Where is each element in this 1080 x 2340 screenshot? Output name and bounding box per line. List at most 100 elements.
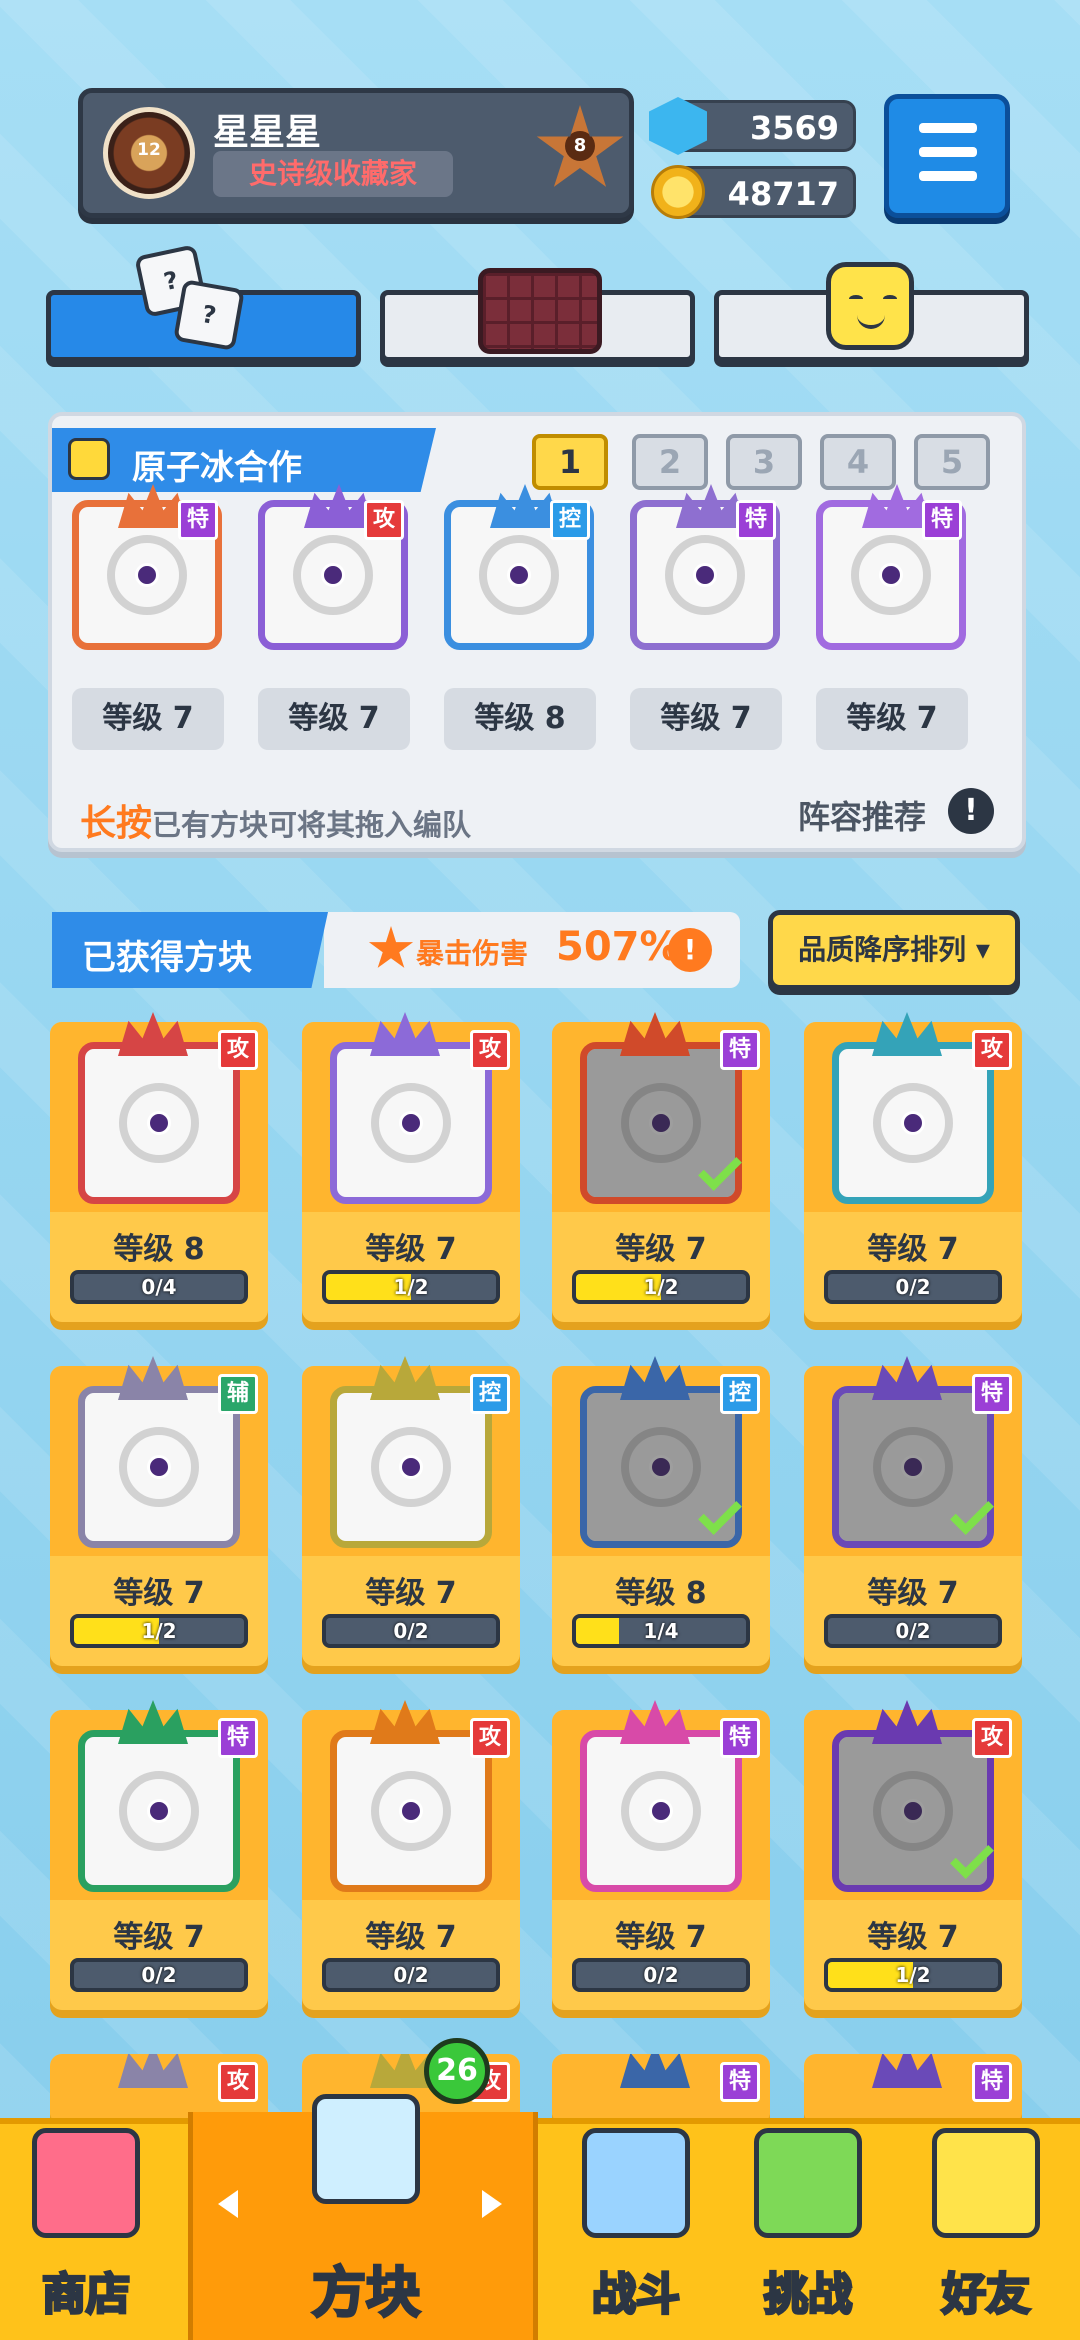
nav-blocks[interactable]: 方块 <box>286 2094 446 2326</box>
block-card[interactable]: 辅 等级 7 1/2 <box>50 1356 268 1666</box>
info-icon[interactable]: ! <box>948 788 994 834</box>
sort-button[interactable]: 品质降序排列 ▾ <box>768 910 1020 990</box>
block-card[interactable]: 特 等级 7 0/2 <box>50 1700 268 2010</box>
type-badge: 特 <box>972 1374 1012 1414</box>
team-slot-1[interactable]: 1 <box>532 434 608 490</box>
team-card-level: 等级 8 <box>444 688 596 750</box>
board-icon <box>478 268 602 354</box>
type-badge: 特 <box>720 2062 760 2102</box>
shop-icon <box>32 2128 140 2238</box>
team-card[interactable]: 特 <box>630 484 790 660</box>
coin-counter[interactable]: 48717 <box>651 165 856 219</box>
card-progress-bar: 0/2 <box>824 1270 1002 1304</box>
type-badge: 特 <box>720 1718 760 1758</box>
block-art <box>330 1042 492 1204</box>
gem-counter[interactable]: 3569 <box>649 97 856 155</box>
menu-line-icon <box>919 147 977 157</box>
edit-pencil-icon[interactable] <box>68 438 110 480</box>
team-name: 原子冰合作 <box>132 448 302 488</box>
next-arrow-icon[interactable] <box>482 2190 502 2218</box>
rank-star-icon: 8 <box>536 105 624 187</box>
card-progress-bar: 1/2 <box>322 1270 500 1304</box>
block-card[interactable]: 特 等级 7 0/2 <box>552 1700 770 2010</box>
card-level: 等级 7 <box>365 1920 457 1955</box>
block-card[interactable]: 攻 等级 8 0/4 <box>50 1012 268 1322</box>
team-card-level: 等级 7 <box>816 688 968 750</box>
nav-friends-label: 好友 <box>941 2268 1032 2322</box>
card-level: 等级 7 <box>867 1232 959 1267</box>
card-progress-text: 1/2 <box>895 1963 931 1987</box>
owned-title: 已获得方块 <box>82 938 252 978</box>
crit-damage-bar[interactable]: 暴击伤害 507% ! <box>324 912 740 988</box>
crit-label: 暴击伤害 <box>416 937 529 970</box>
lineup-recommend-link[interactable]: 阵容推荐 <box>798 792 926 838</box>
card-progress-bar: 0/2 <box>572 1958 750 1992</box>
block-card[interactable]: 攻 等级 7 1/2 <box>302 1012 520 1322</box>
block-card[interactable]: 攻 等级 7 1/2 <box>804 1700 1022 2010</box>
nav-blocks-label: 方块 <box>311 2260 422 2326</box>
card-level: 等级 7 <box>615 1232 707 1267</box>
gem-count: 3569 <box>749 109 839 147</box>
card-level: 等级 7 <box>867 1920 959 1955</box>
card-progress-text: 1/2 <box>393 1275 429 1299</box>
card-level: 等级 7 <box>615 1920 707 1955</box>
card-progress-text: 0/2 <box>895 1275 931 1299</box>
rank-number: 8 <box>565 131 595 161</box>
type-badge: 攻 <box>470 1030 510 1070</box>
team-card[interactable]: 攻 <box>258 484 418 660</box>
card-progress-text: 0/2 <box>393 1963 429 1987</box>
block-card[interactable]: 特 等级 7 0/2 <box>804 1356 1022 1666</box>
type-badge: 特 <box>736 500 776 540</box>
block-card[interactable]: 特 等级 7 1/2 <box>552 1012 770 1322</box>
block-art <box>580 1730 742 1892</box>
block-art <box>330 1730 492 1892</box>
card-level: 等级 8 <box>615 1576 707 1611</box>
team-slot-2[interactable]: 2 <box>632 434 708 490</box>
profile-panel[interactable]: 12 星星星 史诗级收藏家 8 <box>78 88 634 218</box>
horn-icon <box>872 2054 942 2088</box>
team-card[interactable]: 控 <box>444 484 604 660</box>
nav-challenge[interactable]: 挑战 <box>728 2118 888 2340</box>
team-card[interactable]: 特 <box>816 484 976 660</box>
type-badge: 控 <box>720 1374 760 1414</box>
nav-shop[interactable]: 商店 <box>6 2118 166 2340</box>
crit-value: 507% <box>556 924 680 970</box>
crit-star-icon <box>368 926 414 968</box>
crit-info-icon[interactable]: ! <box>668 928 712 972</box>
block-art <box>832 1042 994 1204</box>
team-slot-3[interactable]: 3 <box>726 434 802 490</box>
type-badge: 攻 <box>972 1030 1012 1070</box>
card-progress-text: 0/2 <box>141 1963 177 1987</box>
horn-icon <box>620 2054 690 2088</box>
team-card[interactable]: 特 <box>72 484 232 660</box>
nav-friends[interactable]: 好友 <box>906 2118 1066 2340</box>
block-art <box>78 1042 240 1204</box>
prev-arrow-icon[interactable] <box>218 2190 238 2218</box>
block-card[interactable]: 控 等级 8 1/4 <box>552 1356 770 1666</box>
coin-icon <box>651 165 705 219</box>
type-badge: 特 <box>922 500 962 540</box>
block-art <box>330 1386 492 1548</box>
card-progress-bar: 1/4 <box>572 1614 750 1648</box>
block-card[interactable]: 攻 等级 7 0/2 <box>804 1012 1022 1322</box>
menu-button[interactable] <box>884 94 1010 218</box>
menu-line-icon <box>919 123 977 133</box>
nav-battle[interactable]: 战斗 <box>556 2118 716 2340</box>
block-card[interactable]: 攻 等级 7 0/2 <box>302 1700 520 2010</box>
team-slot-4[interactable]: 4 <box>820 434 896 490</box>
team-card-level: 等级 7 <box>258 688 410 750</box>
block-card[interactable]: 特 <box>804 2054 1022 2124</box>
team-slot-5[interactable]: 5 <box>914 434 990 490</box>
type-badge: 攻 <box>364 500 404 540</box>
smile-face-icon <box>826 262 914 350</box>
block-card[interactable]: 控 等级 7 0/2 <box>302 1356 520 1666</box>
drag-hint: 长按已有方块可将其拖入编队 <box>80 794 471 846</box>
team-panel: 原子冰合作 1 2 3 4 5 特等级 7 攻等级 7 控等级 8 特等级 7 … <box>48 412 1026 852</box>
friend-cube-icon <box>932 2128 1040 2238</box>
team-name-header[interactable]: 原子冰合作 <box>52 428 436 492</box>
owned-blocks-header: 已获得方块 <box>52 912 328 988</box>
type-badge: 攻 <box>972 1718 1012 1758</box>
block-art <box>78 1386 240 1548</box>
avatar[interactable]: 12 <box>103 107 195 199</box>
block-card[interactable]: 特 <box>552 2054 770 2124</box>
